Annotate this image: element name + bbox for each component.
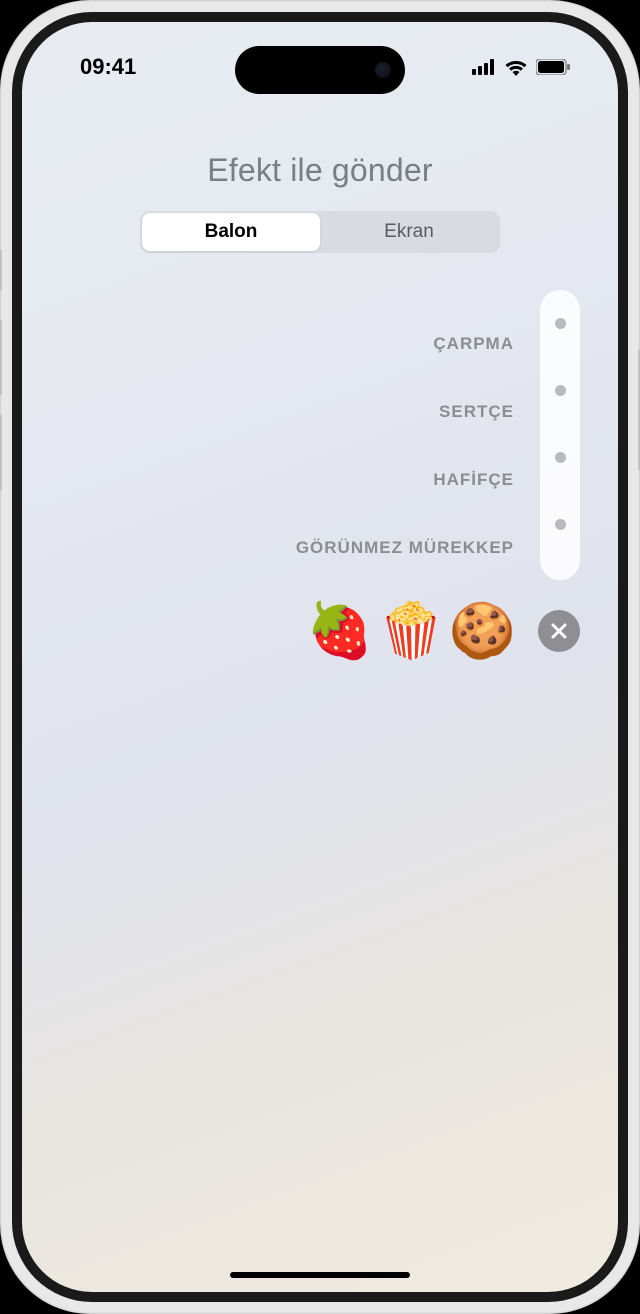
status-icons — [472, 58, 578, 76]
page-title: Efekt ile gönder — [22, 152, 618, 189]
effect-label-slam: ÇARPMA — [433, 310, 514, 378]
close-icon — [550, 622, 568, 640]
cellular-signal-icon — [472, 59, 496, 75]
tab-screen[interactable]: Ekran — [320, 213, 498, 251]
segmented-control[interactable]: Balon Ekran — [140, 211, 500, 253]
screen: 09:41 — [22, 22, 618, 1292]
effect-label-loud: SERTÇE — [439, 378, 514, 446]
effect-label-gentle: HAFİFÇE — [433, 446, 514, 514]
tab-balloon[interactable]: Balon — [142, 213, 320, 251]
device-frame: 09:41 — [0, 0, 640, 1314]
effect-label-invisible-ink: GÖRÜNMEZ MÜREKKEP — [296, 514, 514, 582]
home-indicator[interactable] — [230, 1272, 410, 1278]
battery-icon — [536, 59, 570, 75]
effect-dot-gentle[interactable] — [555, 452, 566, 463]
close-button[interactable] — [538, 610, 580, 652]
front-camera — [375, 62, 391, 78]
effect-dot-loud[interactable] — [555, 385, 566, 396]
message-content: 🍓🍿🍪 — [306, 604, 520, 658]
effect-dot-invisible-ink[interactable] — [555, 519, 566, 530]
mute-switch — [0, 250, 2, 290]
effects-labels: ÇARPMA SERTÇE HAFİFÇE GÖRÜNMEZ MÜREKKEP — [296, 290, 540, 582]
effects-area: ÇARPMA SERTÇE HAFİFÇE GÖRÜNMEZ MÜREKKEP — [296, 290, 580, 582]
volume-up-button — [0, 320, 2, 395]
message-row: 🍓🍿🍪 — [306, 604, 580, 658]
wifi-icon — [504, 58, 528, 76]
effect-dot-slam[interactable] — [555, 318, 566, 329]
volume-down-button — [0, 415, 2, 490]
dynamic-island — [235, 46, 405, 94]
status-time: 09:41 — [62, 54, 136, 80]
effects-rail — [540, 290, 580, 580]
